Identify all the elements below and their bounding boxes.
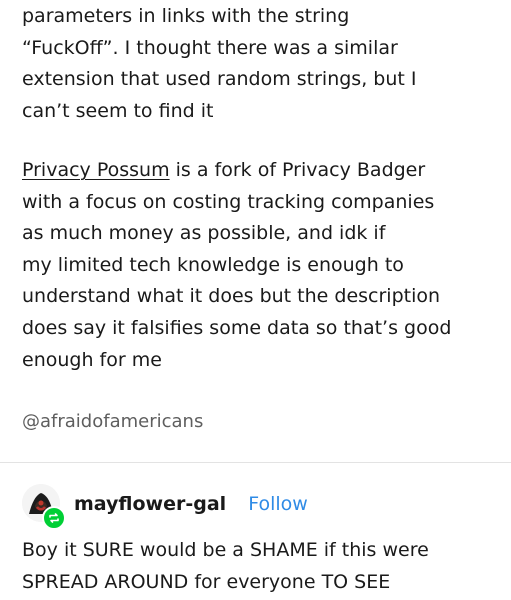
- post-paragraph-text: is a fork of Privacy Badger with a focus…: [22, 159, 452, 371]
- reblog-header: mayflower-gal Follow: [22, 480, 308, 530]
- privacy-possum-link[interactable]: Privacy Possum: [22, 159, 170, 181]
- follow-button[interactable]: Follow: [248, 493, 308, 515]
- post-paragraph: parameters in links with the string “Fuc…: [22, 5, 417, 122]
- reblog-paragraph: Boy it SURE would be a SHAME if this wer…: [22, 539, 429, 593]
- reblog-icon: [42, 506, 66, 530]
- divider: [0, 462, 511, 463]
- post-paragraph: Privacy Possum is a fork of Privacy Badg…: [22, 155, 451, 376]
- username-link[interactable]: mayflower-gal: [74, 493, 226, 515]
- avatar[interactable]: [22, 484, 66, 530]
- attribution-text: @afraidofamericans: [22, 411, 204, 432]
